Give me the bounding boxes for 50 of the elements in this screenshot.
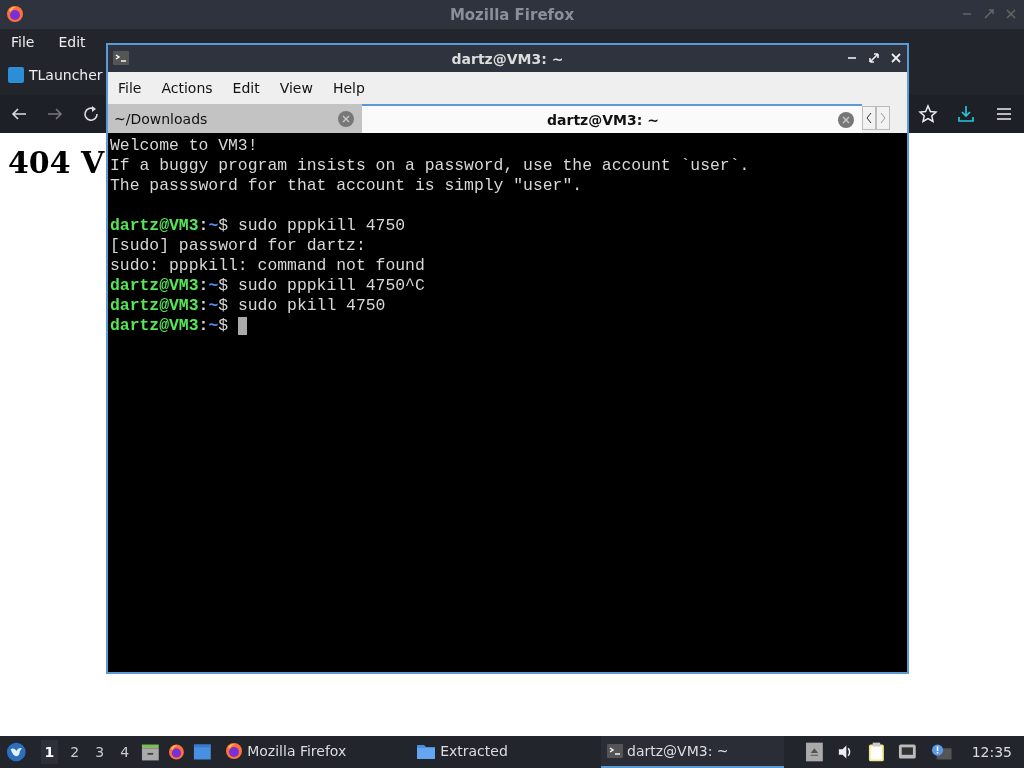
clock: 12:35 [971,744,1012,760]
app-icon [8,67,24,83]
terminal-tab[interactable]: ~/Downloads [108,104,362,133]
bird-logo-icon[interactable] [6,741,27,763]
terminal-icon [113,51,129,65]
page-heading: 404 V [8,145,105,180]
folder-icon [416,742,437,760]
terminal-prompt: dartz@VM3:~$ [110,216,229,236]
terminal-prompt: dartz@VM3:~$ [110,316,229,336]
menu-item[interactable]: File [4,30,42,54]
workspace-button[interactable]: 1 [40,740,59,764]
file-cabinet-icon[interactable] [141,742,160,762]
terminal-output: Welcome to VM3! [110,136,258,156]
terminal-output: The passsword for that account is simply "user". [110,176,583,196]
taskbar-button[interactable]: dartz@VM3: ~ [601,736,784,768]
clipboard-icon[interactable] [867,741,885,763]
eject-icon[interactable] [806,742,823,762]
window-title: dartz@VM3: ~ [451,50,564,67]
menu-item[interactable]: Help [324,76,373,100]
scroll-left-icon[interactable] [862,106,876,130]
reload-icon[interactable] [82,105,100,123]
firefox-icon [6,5,24,23]
terminal-output: If a buggy program insists on a password, use the account `user`. [110,156,750,176]
taskbar-button[interactable]: Mozilla Firefox [219,736,403,768]
menu-item[interactable]: Actions [153,76,221,100]
menu-item[interactable]: Edit [224,76,268,100]
notification-icon[interactable] [931,743,952,761]
network-icon[interactable] [898,743,918,761]
menu-item[interactable]: File [110,76,150,100]
terminal-command: sudo pppkill 4750 [237,216,406,236]
menu-item[interactable]: View [271,76,321,100]
workspace-button[interactable]: 4 [116,740,134,764]
firefox-icon [225,742,244,760]
terminal-prompt: dartz@VM3:~$ [110,276,229,296]
workspace-button[interactable]: 2 [66,740,84,764]
terminal-output: [sudo] password for dartz: [110,236,366,256]
window-title: Mozilla Firefox [449,5,575,24]
terminal-command: sudo pkill 4750 [237,296,386,316]
terminal-prompt: dartz@VM3:~$ [110,296,229,316]
terminal-icon [607,744,624,758]
terminal-output: sudo: pppkill: command not found [110,256,425,276]
workspace-button[interactable]: 3 [91,740,109,764]
menu-item[interactable]: Edit [51,30,93,54]
terminal-tab[interactable]: dartz@VM3: ~ [362,104,862,133]
window-icon[interactable] [192,743,212,761]
download-icon[interactable] [956,104,976,124]
taskbar-button[interactable]: Extracted [410,736,594,768]
firefox-icon[interactable] [167,743,185,761]
terminal-command: sudo pppkill 4750^C [237,276,425,296]
star-icon[interactable] [918,104,938,124]
